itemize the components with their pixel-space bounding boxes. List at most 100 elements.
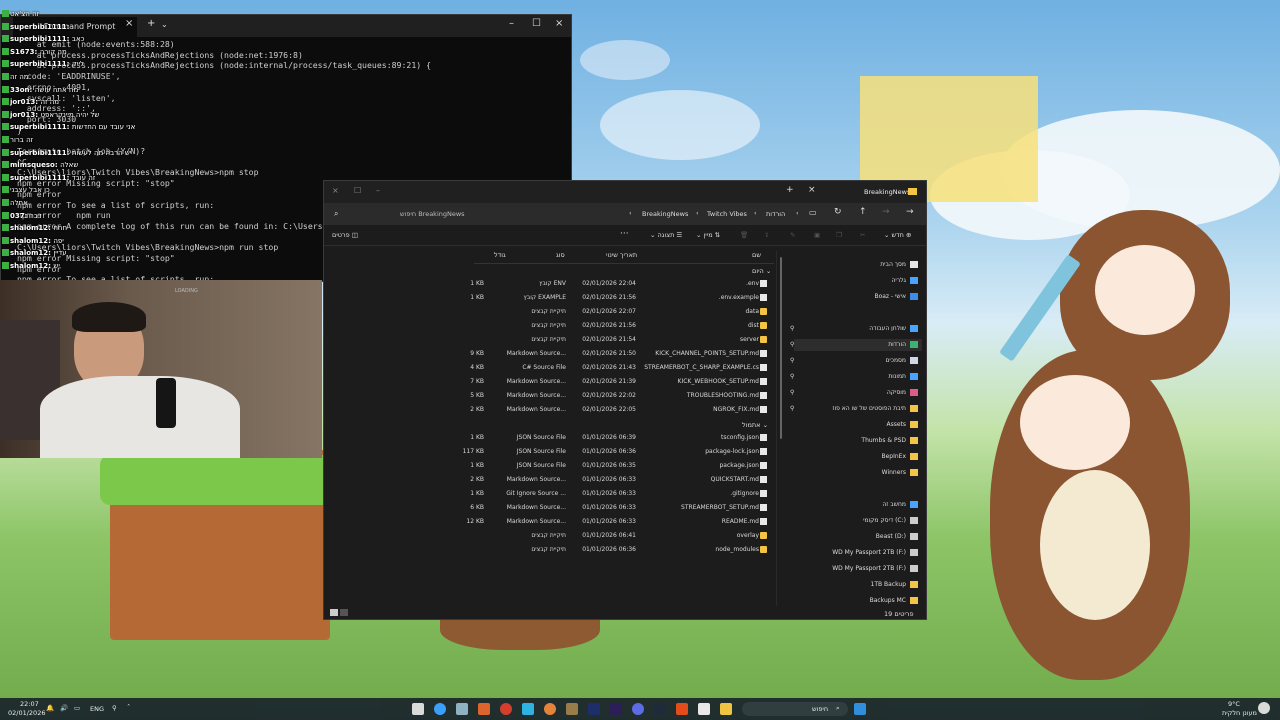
column-name[interactable]: שם [752,251,761,259]
weather-temp[interactable]: 9°C [1228,700,1240,708]
sidebar-item[interactable]: Thumbs & PSD [794,435,922,447]
file-row[interactable]: dist 02/01/2026 21:56 תיקיית קבצים [464,319,774,333]
file-row[interactable]: README.md 01/01/2026 06:33 Markdown Source… [464,515,774,529]
refresh-icon[interactable]: ↻ [834,207,842,217]
rename-icon[interactable]: ✎ [790,231,795,239]
view-button[interactable]: ⌄ תצוגה ☰ [650,231,682,239]
sidebar-item[interactable]: WD My Passport 2TB (F:) [794,547,922,559]
file-row[interactable]: .env 02/01/2026 22:04 קובץ ENV 1 KB [464,277,774,291]
tiles-view-icon[interactable] [340,609,348,616]
chevron-left-icon[interactable]: ‹ [754,209,757,217]
chevron-left-icon[interactable]: ‹ [696,209,699,217]
sidebar-item[interactable]: מחשב זה [794,499,922,511]
breadcrumb-downloads[interactable]: הורדות [766,210,785,218]
sidebar-item[interactable]: דיסק מקומי (C:) [794,515,922,527]
clock-time[interactable]: 22:07 [20,700,39,708]
app-icon[interactable] [434,703,446,715]
close-icon[interactable]: × [332,186,339,195]
maximize-icon[interactable]: ☐ [354,186,361,195]
volume-icon[interactable]: 🔊 [60,704,68,712]
bell-icon[interactable]: 🔔 [46,704,54,712]
file-row[interactable]: QUICKSTART.md 01/01/2026 06:33 Markdown So… [464,473,774,487]
app-icon[interactable] [588,703,600,715]
file-row[interactable]: KICK_CHANNEL_POINTS_SETUP.md 02/01/2026 2… [464,347,774,361]
close-tab-icon[interactable]: × [808,185,816,195]
column-size[interactable]: גודל [494,251,506,259]
sidebar-item[interactable]: 1TB Backup [794,579,922,591]
minimize-icon[interactable]: – [509,18,514,29]
more-options-icon[interactable]: ··· [620,229,629,239]
tray-chevron-icon[interactable]: ˄ [127,703,130,711]
column-type[interactable]: סוג [556,251,565,259]
sidebar-item[interactable]: Assets [794,419,922,431]
file-row[interactable]: STREAMERBOT_SETUP.md 01/01/2026 06:33 Mark… [464,501,774,515]
cut-icon[interactable]: ✂ [860,231,865,239]
column-modified[interactable]: תאריך שינוי [606,251,637,259]
sidebar-item[interactable]: תמונות ⚲ [790,371,922,383]
new-tab-icon[interactable]: + [786,185,794,195]
search-input[interactable]: חיפוש BreakingNews [400,210,465,218]
file-row[interactable]: package-lock.json 01/01/2026 06:36 JSON So… [463,445,774,459]
paste-icon[interactable]: ▣ [814,231,820,239]
file-list-scrollbar[interactable] [780,257,782,439]
app-icon[interactable] [522,703,534,715]
sidebar-item[interactable]: Beast (D:) [794,531,922,543]
language-indicator[interactable]: ENG [90,705,104,713]
file-row[interactable]: overlay 01/01/2026 06:41 תיקיית קבצים [464,529,774,543]
close-icon[interactable]: × [555,18,563,29]
sort-button[interactable]: ⌄ מיין ⇅ [696,231,720,239]
minimize-icon[interactable]: – [376,186,380,195]
usb-icon[interactable]: ⚲ [112,704,117,712]
sidebar-item[interactable]: Backups MC [794,595,922,607]
file-row[interactable]: data 02/01/2026 22:07 תיקיית קבצים [464,305,774,319]
sidebar-item[interactable]: BepInEx [794,451,922,463]
sidebar-item[interactable]: מסמכים ⚲ [790,355,922,367]
sidebar-item[interactable]: Boaz - אישי [794,291,922,303]
app-icon[interactable] [610,703,622,715]
sidebar-item[interactable]: הורדות ⚲ [790,339,922,351]
file-row[interactable]: package.json 01/01/2026 06:35 JSON Source … [464,459,774,473]
sidebar-item[interactable]: שולחן העבודה ⚲ [790,323,922,335]
sidebar-item[interactable]: WD My Passport 2TB (F:) [794,563,922,575]
new-button[interactable]: ⌄ חדש ⊕ [884,231,911,239]
app-icon[interactable] [698,703,710,715]
file-row[interactable]: TROUBLESHOOTING.md 02/01/2026 22:02 Markdo… [464,389,774,403]
app-icon[interactable] [478,703,490,715]
chevron-left-icon[interactable]: ‹ [629,209,632,217]
delete-icon[interactable]: 🗑 [740,231,748,239]
breadcrumb-breakingnews[interactable]: BreakingNews [642,210,688,218]
copy-icon[interactable]: ❐ [836,231,842,239]
start-icon[interactable] [854,703,866,715]
steam-icon[interactable] [654,703,666,715]
group-today[interactable]: היום ⌄ [752,267,771,275]
file-row[interactable]: tsconfig.json 01/01/2026 06:39 JSON Source… [464,431,774,445]
sidebar-item[interactable]: Winners [794,467,922,479]
details-pane-button[interactable]: פרטים ◫ [332,231,358,239]
file-row[interactable]: NGROK_FIX.md 02/01/2026 22:05 Markdown Sou… [464,403,774,417]
file-row[interactable]: .gitignore 01/01/2026 06:33 Git Ignore Sou… [464,487,774,501]
up-arrow-icon[interactable]: ↑ [859,207,867,217]
sidebar-item[interactable]: תיבת הפוסטים של שו הא פוז ⚲ [790,403,922,415]
app-explorer-pinned-icon[interactable] [412,703,424,715]
file-row[interactable]: KICK_WEBHOOK_SETUP.md 02/01/2026 21:39 Mar… [464,375,774,389]
sidebar-item[interactable]: גלריה [794,275,922,287]
maximize-icon[interactable]: ☐ [532,18,541,29]
taskbar-search-box[interactable]: חיפוש ⌕ [742,702,848,716]
brave-icon[interactable] [676,703,688,715]
app-icon[interactable] [566,703,578,715]
file-row[interactable]: .env.example 02/01/2026 21:56 קובץ EXAMPLE… [464,291,774,305]
forward-icon[interactable]: → [882,207,890,217]
file-row[interactable]: server 02/01/2026 21:54 תיקיית קבצים [464,333,774,347]
group-yesterday[interactable]: אתמול ⌄ [742,421,768,429]
file-explorer-window[interactable]: × ☐ – + × BreakingNews ⌕ חיפוש BreakingN… [323,180,927,620]
app-icon[interactable] [456,703,468,715]
sidebar-item[interactable]: מוסיקה ⚲ [790,387,922,399]
details-view-icon[interactable] [330,609,338,616]
back-icon[interactable]: → [906,207,914,217]
clock-date[interactable]: 02/01/2026 [8,709,45,717]
weather-desc[interactable]: מעונן חלקית [1222,709,1257,717]
chevron-left-icon[interactable]: ‹ [796,209,799,217]
app-icon[interactable] [544,703,556,715]
network-icon[interactable]: ▭ [74,704,80,712]
file-row[interactable]: node_modules 01/01/2026 06:36 תיקיית קבצים [464,543,774,557]
